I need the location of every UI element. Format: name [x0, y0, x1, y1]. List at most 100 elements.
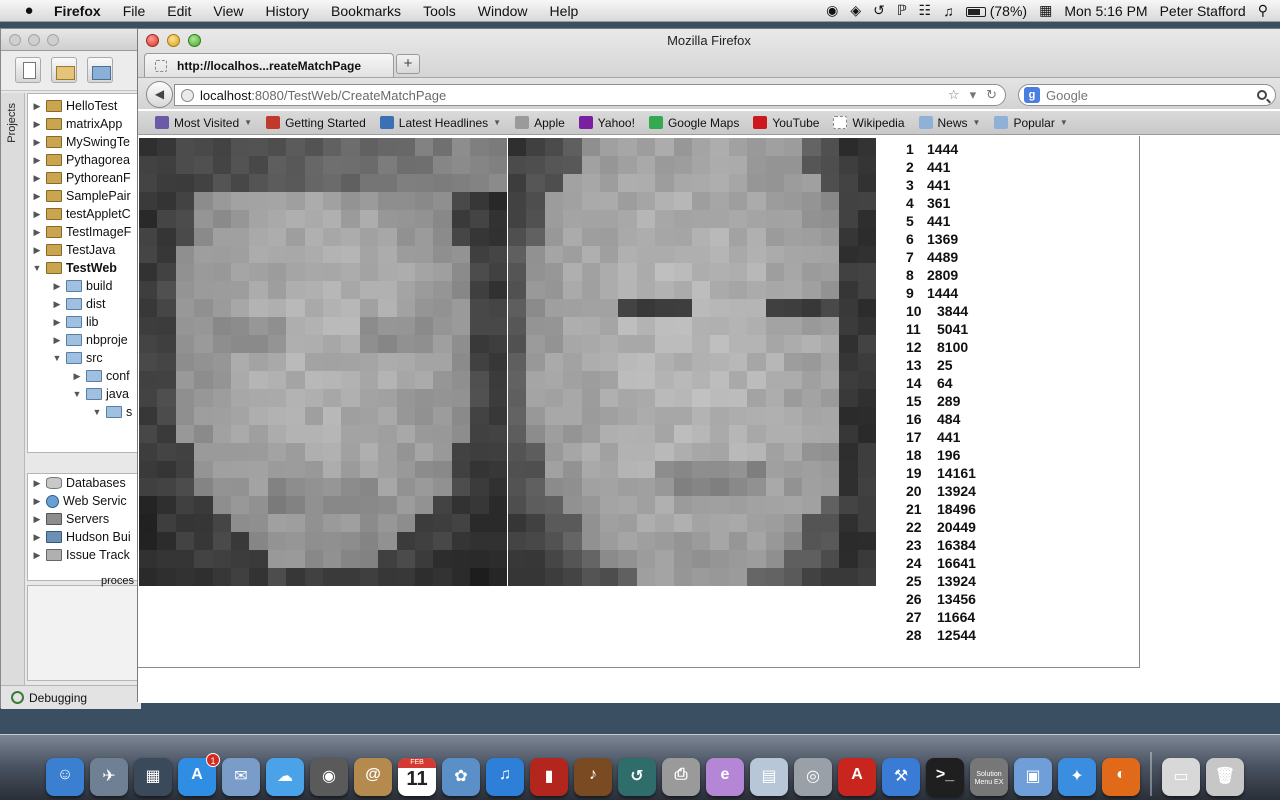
- expand-arrow-icon[interactable]: ▶: [32, 223, 42, 241]
- services-item[interactable]: ▶ Hudson Bui: [28, 528, 140, 546]
- expand-arrow-icon[interactable]: ▶: [52, 295, 62, 313]
- projects-side-tab[interactable]: Projects: [1, 93, 25, 709]
- expand-arrow-icon[interactable]: ▶: [32, 115, 42, 133]
- bookmark-getting-started[interactable]: Getting Started: [259, 116, 373, 130]
- menu-app-name[interactable]: Firefox: [40, 3, 112, 19]
- tree-item[interactable]: ▶ testAppletC: [28, 205, 140, 223]
- services-item[interactable]: ▶ Web Servic: [28, 492, 140, 510]
- bookmark-star-icon[interactable]: ☆: [948, 87, 960, 103]
- time-machine-icon[interactable]: ↺: [618, 758, 656, 796]
- expand-arrow-icon[interactable]: ▶: [52, 313, 62, 331]
- expand-arrow-icon[interactable]: ▶: [32, 169, 42, 187]
- expand-arrow-icon[interactable]: ▶: [52, 277, 62, 295]
- tree-item[interactable]: ▶ lib: [28, 313, 140, 331]
- expand-arrow-icon[interactable]: ▶: [32, 151, 42, 169]
- tree-item[interactable]: ▶ TestImageF: [28, 223, 140, 241]
- bookmark-most-visited[interactable]: Most Visited ▼: [148, 116, 259, 130]
- solution-menu-icon[interactable]: Solution Menu EX: [970, 758, 1008, 796]
- finder-icon[interactable]: ☺: [46, 758, 84, 796]
- tree-item[interactable]: ▶ SamplePair: [28, 187, 140, 205]
- bookmark-youtube[interactable]: YouTube: [746, 116, 826, 130]
- iphoto-icon[interactable]: ✿: [442, 758, 480, 796]
- bookmark-google-maps[interactable]: Google Maps: [642, 116, 746, 130]
- tree-item[interactable]: ▼ TestWeb: [28, 259, 140, 277]
- bookmark-apple[interactable]: Apple: [508, 116, 572, 130]
- collapse-arrow-icon[interactable]: ▼: [72, 385, 82, 403]
- menu-bookmarks[interactable]: Bookmarks: [320, 3, 412, 19]
- tree-item[interactable]: ▶ PythoreanF: [28, 169, 140, 187]
- printer-icon[interactable]: ⎙: [662, 758, 700, 796]
- expand-arrow-icon[interactable]: ▶: [32, 474, 42, 492]
- expand-arrow-icon[interactable]: ▶: [32, 241, 42, 259]
- tree-item[interactable]: ▶ conf: [28, 367, 140, 385]
- open-project-button[interactable]: [87, 57, 113, 83]
- trash-icon[interactable]: 🗑: [1206, 758, 1244, 796]
- debugging-bar[interactable]: Debugging: [1, 685, 141, 709]
- reload-icon[interactable]: ↻: [986, 87, 997, 103]
- wifi-icon[interactable]: ☷: [913, 2, 938, 19]
- menu-window[interactable]: Window: [467, 3, 539, 19]
- bookmark-wikipedia[interactable]: Wikipedia: [826, 116, 911, 130]
- collapse-arrow-icon[interactable]: ▼: [32, 259, 42, 277]
- tree-item[interactable]: ▶ matrixApp: [28, 115, 140, 133]
- expand-arrow-icon[interactable]: ▶: [32, 205, 42, 223]
- firefox-dock-icon[interactable]: ◐: [1102, 758, 1140, 796]
- messages-icon[interactable]: ☁: [266, 758, 304, 796]
- new-project-button[interactable]: [51, 57, 77, 83]
- services-item[interactable]: ▶ Databases: [28, 474, 140, 492]
- apple-menu-icon[interactable]: ●: [18, 2, 40, 19]
- expand-arrow-icon[interactable]: ▶: [32, 528, 42, 546]
- back-button[interactable]: ◀: [146, 81, 173, 108]
- services-item[interactable]: ▶ Servers: [28, 510, 140, 528]
- bookmark-latest-headlines[interactable]: Latest Headlines ▼: [373, 116, 508, 130]
- preview-icon[interactable]: ▤: [750, 758, 788, 796]
- expand-arrow-icon[interactable]: ▶: [32, 510, 42, 528]
- time-machine-status-icon[interactable]: ↺: [867, 2, 891, 19]
- tree-item[interactable]: ▶ nbproje: [28, 331, 140, 349]
- tree-item[interactable]: ▶ build: [28, 277, 140, 295]
- bluetooth-icon[interactable]: ℙ: [891, 2, 913, 19]
- browser-tab[interactable]: http://localhos...reateMatchPage: [144, 53, 394, 77]
- tree-item[interactable]: ▶ TestJava: [28, 241, 140, 259]
- tree-item[interactable]: ▶ dist: [28, 295, 140, 313]
- bookmark-news[interactable]: News ▼: [912, 116, 988, 130]
- services-item[interactable]: ▶ Issue Track: [28, 546, 140, 564]
- tree-item[interactable]: ▶ Pythagorea: [28, 151, 140, 169]
- menubar-user[interactable]: Peter Stafford: [1154, 3, 1252, 19]
- menubar-clock[interactable]: Mon 5:16 PM: [1058, 3, 1153, 19]
- bookmark-popular[interactable]: Popular ▼: [987, 116, 1074, 130]
- calendar-icon[interactable]: FEB 11: [398, 758, 436, 796]
- expand-arrow-icon[interactable]: ▶: [32, 546, 42, 564]
- new-file-button[interactable]: [15, 57, 41, 83]
- launchpad-icon[interactable]: ✈: [90, 758, 128, 796]
- volume-icon[interactable]: ♫: [937, 3, 960, 19]
- battery-status[interactable]: (78%): [960, 3, 1033, 19]
- facetime-icon[interactable]: ◉: [310, 758, 348, 796]
- menu-help[interactable]: Help: [539, 3, 590, 19]
- ide-zoom-button[interactable]: [47, 34, 59, 46]
- search-icon[interactable]: [1257, 90, 1267, 100]
- tree-item[interactable]: ▶ MySwingTe: [28, 133, 140, 151]
- dashboard-icon[interactable]: ▦: [134, 758, 172, 796]
- url-dropdown-icon[interactable]: ▾: [970, 87, 977, 103]
- bookmark-yahoo[interactable]: Yahoo!: [572, 116, 642, 130]
- acrobat-icon[interactable]: A: [838, 758, 876, 796]
- expand-arrow-icon[interactable]: ▶: [32, 133, 42, 151]
- xcode-icon[interactable]: ⚒: [882, 758, 920, 796]
- tree-item[interactable]: ▶ HelloTest: [28, 97, 140, 115]
- collapse-arrow-icon[interactable]: ▼: [92, 403, 102, 421]
- tree-item[interactable]: ▼ s: [28, 403, 140, 421]
- search-bar[interactable]: g Google: [1018, 84, 1276, 106]
- garageband-icon[interactable]: ♪: [574, 758, 612, 796]
- collapse-arrow-icon[interactable]: ▼: [52, 349, 62, 367]
- input-source-icon[interactable]: ▦: [1033, 2, 1058, 19]
- app-store-icon[interactable]: A1: [178, 753, 220, 796]
- tree-item[interactable]: ▼ src: [28, 349, 140, 367]
- spotlight-icon[interactable]: ⚲: [1252, 2, 1280, 19]
- eclipse-icon[interactable]: e: [706, 758, 744, 796]
- tree-item[interactable]: ▼ java: [28, 385, 140, 403]
- new-tab-button[interactable]: +: [396, 54, 420, 74]
- menu-tools[interactable]: Tools: [412, 3, 467, 19]
- itunes-icon[interactable]: ♫: [486, 758, 524, 796]
- url-bar[interactable]: localhost :8080/TestWeb/CreateMatchPage …: [174, 84, 1006, 106]
